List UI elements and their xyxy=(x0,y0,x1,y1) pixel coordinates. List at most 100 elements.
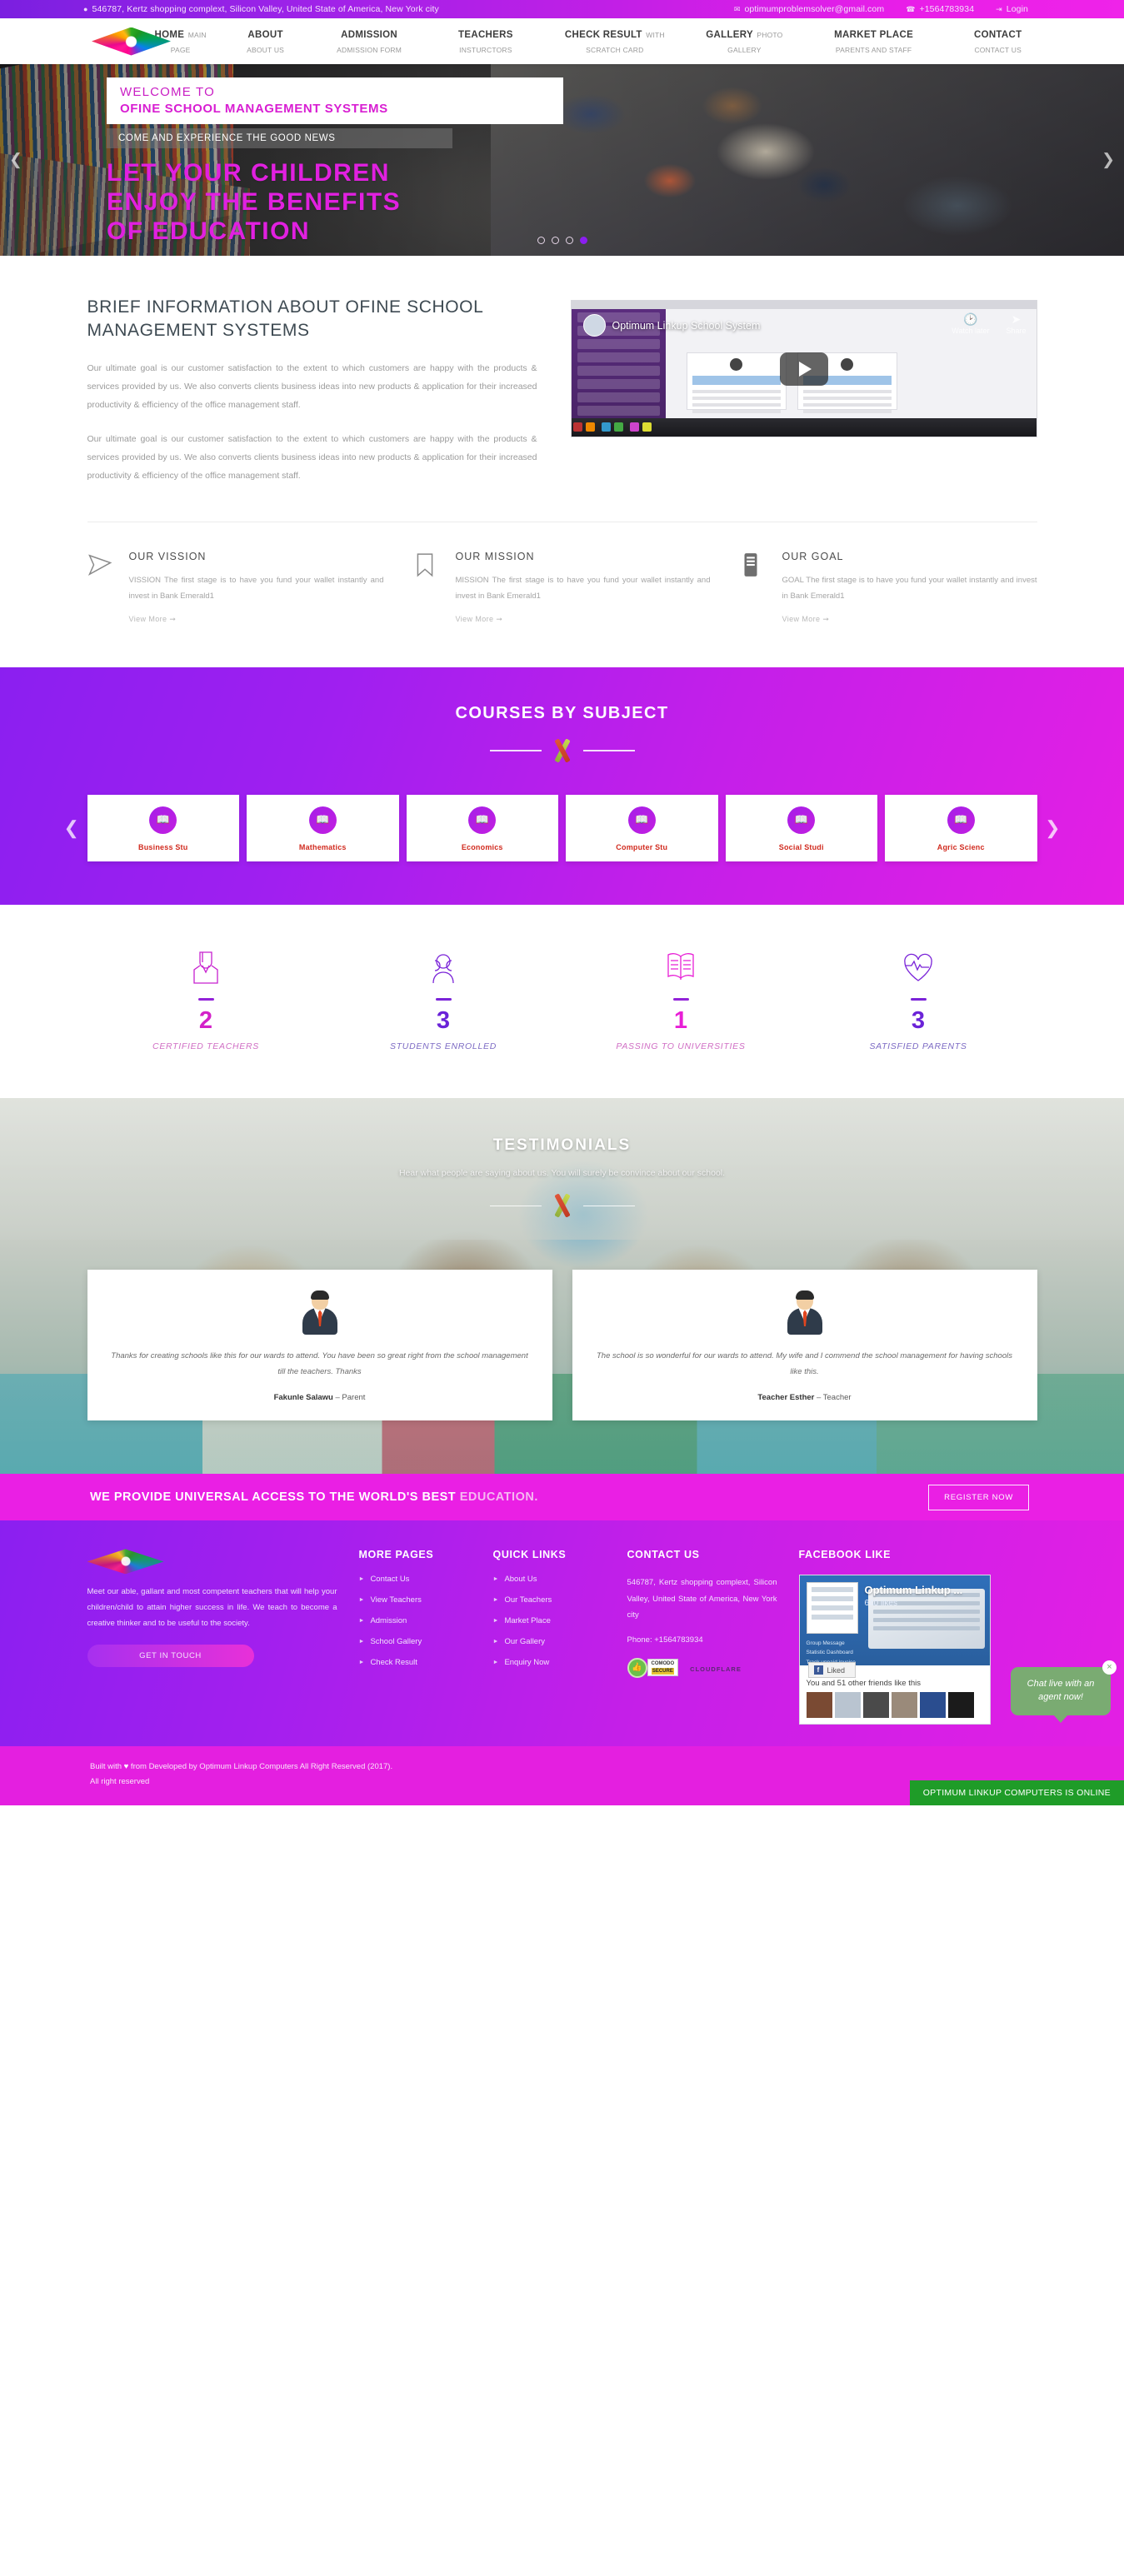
topbar-email[interactable]: ✉ optimumproblemsolver@gmail.com xyxy=(734,4,884,14)
list-item[interactable]: ► Check Result xyxy=(359,1658,472,1667)
video-share-action[interactable]: ➤ Share xyxy=(1006,312,1026,335)
caret-right-icon: ► xyxy=(492,1660,499,1666)
course-card[interactable]: 📖 Social Studi xyxy=(725,794,877,861)
video-title-bar: Optimum Linkup School System xyxy=(582,314,760,337)
nav-item-teachers[interactable]: TEACHERS INSTURCTORS xyxy=(445,27,527,57)
ofine-logo-icon xyxy=(87,1549,164,1575)
footer-link[interactable]: Market Place xyxy=(504,1616,550,1625)
nav-title: MARKET PLACE xyxy=(834,29,914,40)
vmg-card-goal: OUR GOAL GOAL The first stage is to have… xyxy=(741,551,1037,626)
nav-item-gallery[interactable]: GALLERY PHOTO GALLERY xyxy=(703,27,786,57)
course-card[interactable]: 📖 Agric Scienc xyxy=(885,794,1037,861)
facebook-like-widget[interactable]: Optimum Linkup ... 640 likes Group Messa… xyxy=(798,1575,991,1725)
avatar xyxy=(806,1692,832,1719)
footer-link[interactable]: Enquiry Now xyxy=(504,1658,549,1667)
nav-item-check-result[interactable]: CHECK RESULT WITH SCRATCH CARD xyxy=(557,27,673,57)
hero-dot-4-active[interactable] xyxy=(579,237,587,244)
vmg-title: OUR MISSION xyxy=(455,550,535,562)
vmg-view-more-link[interactable]: View More ➞ xyxy=(456,615,503,624)
chat-invite-bubble[interactable]: Chat live with an agent now! × xyxy=(1011,1660,1117,1715)
video-watch-later-action[interactable]: 🕑 Watch later xyxy=(952,312,989,335)
list-item[interactable]: ► Contact Us xyxy=(359,1575,472,1584)
footer-link[interactable]: View Teachers xyxy=(370,1595,421,1605)
testimonial-author: Teacher Esther – Teacher xyxy=(757,1393,852,1403)
footer-link[interactable]: Our Teachers xyxy=(504,1595,552,1605)
nav-item-contact[interactable]: CONTACT CONTACT US xyxy=(962,27,1034,57)
testimonial-author: Fakunle Salawu – Parent xyxy=(273,1393,366,1403)
caret-right-icon: ► xyxy=(492,1618,499,1625)
topbar-phone[interactable]: ☎ +1564783934 xyxy=(906,4,974,14)
footer-link[interactable]: Our Gallery xyxy=(504,1637,545,1646)
course-card[interactable]: 📖 Mathematics xyxy=(247,794,399,861)
nav-sub: PARENTS AND STAFF xyxy=(835,45,912,54)
about-video-column: Optimum Linkup School System 🕑 Watch lat… xyxy=(570,296,1037,485)
vmg-view-more-link[interactable]: View More ➞ xyxy=(129,615,177,624)
testimonial-cards: Thanks for creating schools like this fo… xyxy=(87,1270,1037,1421)
nav-item-market-place[interactable]: MARKET PLACE PARENTS AND STAFF xyxy=(816,27,932,57)
course-card[interactable]: 📖 Computer Stu xyxy=(566,794,718,861)
stat-value: 3 xyxy=(911,1007,926,1035)
stat-value: 2 xyxy=(198,1007,213,1035)
nav-sub: CONTACT US xyxy=(974,45,1022,54)
hero-dot-3[interactable] xyxy=(565,237,573,244)
list-item[interactable]: ► Market Place xyxy=(493,1616,606,1625)
cta-text-light: EDUCATION. xyxy=(459,1490,538,1505)
footer-link[interactable]: School Gallery xyxy=(370,1637,422,1646)
facebook-liked-label: Liked xyxy=(827,1665,846,1675)
nav-title: TEACHERS xyxy=(458,29,513,40)
caret-right-icon: ► xyxy=(358,1639,365,1645)
hero-dot-1[interactable] xyxy=(537,237,545,244)
footer-link[interactable]: About Us xyxy=(504,1575,537,1584)
hero-prev-arrow-icon[interactable]: ❮ xyxy=(9,151,22,170)
list-item[interactable]: ► School Gallery xyxy=(359,1637,472,1646)
top-info-bar: ● 546787, Kertz shopping complext, Silic… xyxy=(0,0,1124,18)
course-card[interactable]: 📖 Business Stu xyxy=(87,794,239,861)
site-logo[interactable] xyxy=(92,27,171,56)
list-item[interactable]: ► Our Gallery xyxy=(493,1637,606,1646)
play-button-icon[interactable] xyxy=(779,352,828,386)
footer-logo[interactable] xyxy=(87,1549,164,1575)
hero-next-arrow-icon[interactable]: ❯ xyxy=(1102,151,1115,170)
footer-link[interactable]: Check Result xyxy=(370,1658,417,1667)
vmg-view-more-label: View More xyxy=(782,614,821,623)
courses-prev-arrow-icon[interactable]: ❮ xyxy=(64,817,79,839)
stat-label: CERTIFIED TEACHERS xyxy=(152,1041,259,1052)
footer-trust-badges: 👍 COMODO SECURE CLOUDFLARE xyxy=(627,1657,777,1678)
about-video-player[interactable]: Optimum Linkup School System 🕑 Watch lat… xyxy=(570,300,1037,437)
stat-label: PASSING TO UNIVERSITIES xyxy=(616,1041,746,1052)
testimonial-card: Thanks for creating schools like this fo… xyxy=(87,1270,552,1421)
video-top-actions: 🕑 Watch later ➤ Share xyxy=(952,312,1026,335)
clock-icon: 🕑 xyxy=(963,312,978,326)
list-item[interactable]: ► Our Teachers xyxy=(493,1595,606,1605)
course-name: Mathematics xyxy=(298,842,347,851)
list-item[interactable]: ► Enquiry Now xyxy=(493,1658,606,1667)
book-icon: 📖 xyxy=(468,806,497,834)
get-in-touch-button[interactable]: GET IN TOUCH xyxy=(87,1645,254,1668)
footer-contact-address: 546787, Kertz shopping complext, Silicon… xyxy=(627,1578,777,1620)
courses-title-decoration xyxy=(0,738,1124,763)
footer-contact-phone: Phone: +1564783934 xyxy=(627,1635,703,1645)
courses-next-arrow-icon[interactable]: ❯ xyxy=(1045,817,1060,839)
avatar xyxy=(947,1692,974,1719)
chat-status-bar[interactable]: OPTIMUM LINKUP COMPUTERS IS ONLINE xyxy=(909,1780,1124,1805)
stat-passing-to-universities: 1 PASSING TO UNIVERSITIES xyxy=(562,948,800,1052)
map-pin-icon: ● xyxy=(83,5,88,13)
nav-item-admission[interactable]: ADMISSION ADMISSION FORM xyxy=(323,27,415,57)
hero-dot-2[interactable] xyxy=(551,237,559,244)
list-item[interactable]: ► About Us xyxy=(493,1575,606,1584)
nav-item-about[interactable]: ABOUT ABOUT US xyxy=(237,27,293,57)
register-now-button[interactable]: REGISTER NOW xyxy=(928,1484,1029,1510)
list-item[interactable]: ► View Teachers xyxy=(359,1595,472,1605)
footer-link[interactable]: Contact Us xyxy=(370,1575,409,1584)
close-icon[interactable]: × xyxy=(1102,1660,1117,1675)
topbar-login[interactable]: ⇥ Login xyxy=(996,4,1028,14)
course-card[interactable]: 📖 Economics xyxy=(406,794,558,861)
vmg-view-more-link[interactable]: View More ➞ xyxy=(782,615,830,624)
book-icon: 📖 xyxy=(627,806,656,834)
statistics-section: 2 CERTIFIED TEACHERS 3 STUDENTS ENROLLED xyxy=(87,904,1037,1099)
footer-link[interactable]: Admission xyxy=(370,1616,407,1625)
heartbeat-icon xyxy=(800,948,1037,986)
stat-value: 1 xyxy=(673,1007,688,1035)
list-item[interactable]: ► Admission xyxy=(359,1616,472,1625)
cta-text-strong: WE PROVIDE UNIVERSAL ACCESS TO THE WORLD… xyxy=(90,1490,460,1505)
